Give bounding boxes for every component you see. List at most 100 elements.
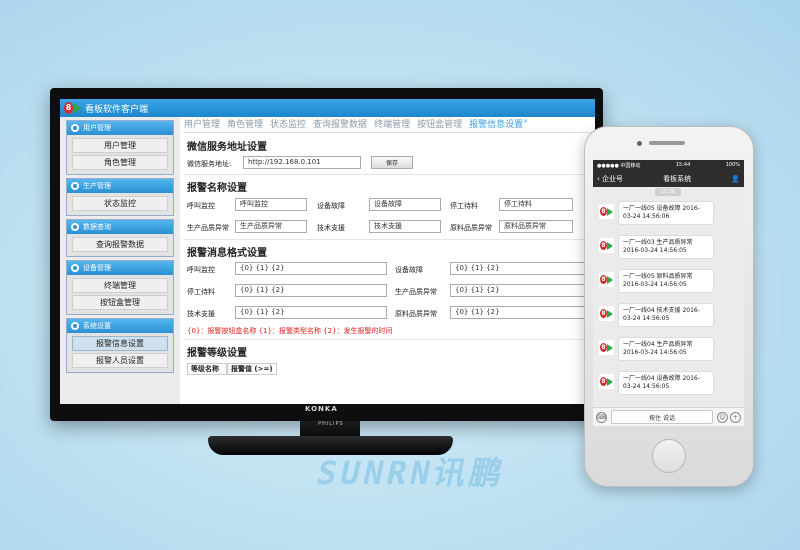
back-button[interactable]: ‹ 企业号 [597,174,623,184]
alarm-name-input[interactable]: 设备故障 [369,198,441,211]
phone-screen: ●●●●● 中国移动 15:44 100% ‹ 企业号 看板系统 👤 15:38… [593,160,744,426]
tab-bar: 用户管理 角色管理 状态监控 查询报警数据 终端管理 按钮盒管理 报警信息设置× [183,117,595,131]
divider [183,339,595,340]
sidebar-item-status-monitor[interactable]: 状态监控 [72,196,168,211]
alarm-format-label: 技术支援 [187,310,215,318]
avatar: 8 [599,204,614,219]
main-content: 用户管理 角色管理 状态监控 查询报警数据 终端管理 按钮盒管理 报警信息设置×… [183,117,595,404]
alarm-format-label: 呼叫监控 [187,266,215,274]
tab-user-manage[interactable]: 用户管理 [184,117,220,131]
alarm-format-input[interactable]: {0} {1} {2} [450,306,595,319]
message-bubble[interactable]: 一厂一线03 生产品质异常 2016-03-24 14:56:05 [618,235,714,259]
profile-icon[interactable]: 👤 [731,175,740,183]
avatar: 8 [599,374,614,389]
carrier-text: ●●●●● 中国移动 [597,162,641,169]
sidebar-group-header[interactable]: 用户管理 [67,121,173,135]
monitor-brand: KONKA [305,405,338,413]
alarm-name-input[interactable]: 原料品质异常 [499,220,573,233]
alarm-name-label: 设备故障 [317,202,345,210]
group-icon [71,124,79,132]
sidebar-item-query-alarm[interactable]: 查询报警数据 [72,237,168,252]
level-name-header: 等级名称 [187,363,227,375]
message-bubble[interactable]: 一厂一线05 原料品质异常 2016-03-24 14:56:05 [618,269,714,293]
home-button[interactable] [652,439,686,473]
alarm-name-input[interactable]: 停工待料 [499,198,573,211]
group-icon [71,223,79,231]
tab-role-manage[interactable]: 角色管理 [227,117,263,131]
title-bar: 8 看板软件客户端 [60,99,595,117]
divider [183,174,595,175]
alarm-level-heading: 报警等级设置 [187,348,247,359]
phone-input-bar: ⌨ 按住 说话 ☺ + [593,407,744,426]
speaker-grille [649,141,685,145]
alarm-format-input[interactable]: {0} {1} {2} [450,262,595,275]
tab-close-icon[interactable]: × [523,118,528,125]
alarm-name-label: 呼叫监控 [187,202,215,210]
wechat-url-input[interactable]: http://192.168.0.101 [243,156,361,169]
tab-query-alarm[interactable]: 查询报警数据 [313,117,367,131]
sidebar-group-header[interactable]: 设备管理 [67,261,173,275]
message-time: 15:38 [655,188,681,196]
tab-status-monitor[interactable]: 状态监控 [270,117,306,131]
alarm-format-input[interactable]: {0} {1} {2} [235,262,387,275]
sidebar-item-user-manage[interactable]: 用户管理 [72,138,168,153]
settings-panel: 微信服务地址设置 微信服务地址: http://192.168.0.101 保存… [183,132,595,404]
sidebar-group-user: 用户管理 用户管理 角色管理 [66,120,174,175]
hold-to-talk-button[interactable]: 按住 说话 [611,410,713,424]
sidebar-group-header[interactable]: 系统设置 [67,319,173,333]
group-icon [71,322,79,330]
sidebar-item-terminal[interactable]: 终端管理 [72,278,168,293]
chat-title: 看板系统 [663,174,692,183]
alarm-name-input[interactable]: 呼叫监控 [235,198,307,211]
message-bubble[interactable]: 一厂一线04 生产品质异常 2016-03-24 14:56:05 [618,337,714,361]
battery-text: 100% [725,162,740,168]
sidebar-group-header[interactable]: 数据查询 [67,220,173,234]
wechat-label: 微信服务地址: [187,160,232,168]
alarm-format-label: 原料品质异常 [395,310,437,318]
alarm-name-input[interactable]: 生产品质异常 [235,220,307,233]
emoji-icon[interactable]: ☺ [717,411,728,423]
sidebar: 用户管理 用户管理 角色管理 生产管理 状态监控 数据查询 查询报警数据 设备管 [60,117,180,404]
avatar: 8 [599,340,614,355]
app-logo-icon: 8 [64,102,81,114]
level-value-header: 报警值 (>=) [227,363,277,375]
alarm-format-label: 停工待料 [187,288,215,296]
tab-terminal[interactable]: 终端管理 [374,117,410,131]
phone-status-bar: ●●●●● 中国移动 15:44 100% [593,160,744,170]
divider [183,239,595,240]
alarm-name-label: 原料品质异常 [450,224,492,232]
sidebar-group-header[interactable]: 生产管理 [67,179,173,193]
group-icon [71,182,79,190]
format-hint: {0}：报警按钮盒名称 {1}：报警类型名称 {2}：发生报警的时间 [187,327,393,335]
alarm-format-label: 生产品质异常 [395,288,437,296]
alarm-name-input[interactable]: 技术支援 [369,220,441,233]
message-bubble[interactable]: 一厂一线04 设备故障 2016-03-24 14:56:05 [618,371,714,395]
stand-brand: PHILIPS [318,421,344,427]
alarm-format-heading: 报警消息格式设置 [187,248,267,259]
sidebar-group-query: 数据查询 查询报警数据 [66,219,174,257]
sidebar-item-alarm-staff[interactable]: 报警人员设置 [72,353,168,368]
alarm-name-label: 停工待料 [450,202,478,210]
sidebar-group-system: 系统设置 报警信息设置 报警人员设置 [66,318,174,373]
save-button[interactable]: 保存 [371,156,413,169]
alarm-format-label: 设备故障 [395,266,423,274]
alarm-name-label: 技术支援 [317,224,345,232]
wechat-heading: 微信服务地址设置 [187,142,267,153]
tab-button-box[interactable]: 按钮盒管理 [417,117,462,131]
sidebar-item-role-manage[interactable]: 角色管理 [72,155,168,170]
app-title: 看板软件客户端 [85,104,149,115]
sidebar-item-alarm-info[interactable]: 报警信息设置 [72,336,168,351]
alarm-format-input[interactable]: {0} {1} {2} [235,306,387,319]
tab-alarm-info[interactable]: 报警信息设置× [469,117,528,131]
message-bubble[interactable]: 一厂一线05 设备故障 2016-03-24 14:56:06 [618,201,714,225]
keyboard-icon[interactable]: ⌨ [596,411,607,423]
plus-icon[interactable]: + [730,411,741,423]
message-list: 15:38 8 一厂一线05 设备故障 2016-03-24 14:56:06 … [593,187,744,407]
sidebar-group-production: 生产管理 状态监控 [66,178,174,216]
alarm-format-input[interactable]: {0} {1} {2} [450,284,595,297]
sidebar-item-button-box[interactable]: 按钮盒管理 [72,295,168,310]
message-bubble[interactable]: 一厂一线04 技术支援 2016-03-24 14:56:05 [618,303,714,327]
status-time: 15:44 [675,162,691,168]
watermark-logo: SUNRN讯鹏 [313,454,510,492]
alarm-format-input[interactable]: {0} {1} {2} [235,284,387,297]
